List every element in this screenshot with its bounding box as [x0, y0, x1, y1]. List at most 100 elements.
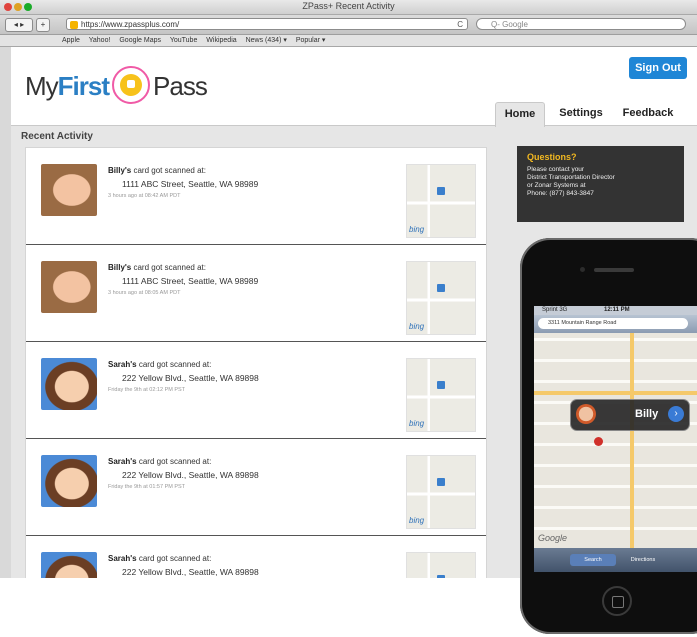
scan-address: 1111 ABC Street, Seattle, WA 98989: [122, 179, 259, 189]
child-photo: [41, 455, 97, 507]
bus-badge-icon: [112, 66, 151, 104]
major-road: [534, 391, 697, 395]
activity-item[interactable]: Billy's card got scanned at: 1111 ABC St…: [26, 245, 486, 341]
reload-icon[interactable]: C: [457, 19, 463, 31]
scan-time: 3 hours ago at 08:42 AM PDT: [108, 193, 181, 199]
browser-toolbar: ◂ ▸ + https://www.zpassplus.com/ C Q- Go…: [0, 15, 697, 35]
child-name: Billy's: [108, 263, 132, 272]
activity-item[interactable]: Sarah's card got scanned at: 222 Yellow …: [26, 439, 486, 535]
scan-address: 222 Yellow Blvd., Seattle, WA 89898: [122, 470, 259, 480]
major-road: [630, 333, 634, 548]
bing-logo: bing: [409, 225, 425, 234]
activity-item[interactable]: Sarah's card got scanned at: 222 Yellow …: [26, 536, 486, 578]
tab-directions[interactable]: Directions: [620, 554, 666, 566]
bookmark-link[interactable]: Google Maps: [119, 37, 161, 44]
myfirstpass-logo[interactable]: MyFirst Pass: [25, 66, 208, 107]
detail-disclosure-icon[interactable]: ›: [668, 406, 684, 422]
questions-line: Please contact your: [527, 166, 585, 173]
phone-tab-bar: Search Directions: [534, 548, 697, 572]
tab-feedback[interactable]: Feedback: [620, 102, 676, 125]
location-map-thumbnail[interactable]: bing: [406, 164, 476, 238]
bookmark-link[interactable]: News (434) ▾: [246, 37, 287, 44]
location-map-thumbnail[interactable]: bing: [406, 455, 476, 529]
map-pin-icon: [437, 187, 445, 195]
scan-time: Friday the 9th at 01:57 PM PST: [108, 484, 186, 490]
questions-phone: Phone: (877) 843-3847: [527, 190, 594, 197]
home-button[interactable]: [602, 586, 632, 616]
scan-address: 1111 ABC Street, Seattle, WA 98989: [122, 276, 259, 286]
scan-time: Friday the 9th at 02:12 PM PST: [108, 387, 186, 393]
add-bookmark-button[interactable]: +: [36, 18, 50, 32]
activity-text: card got scanned at:: [133, 166, 206, 175]
bookmark-link[interactable]: YouTube: [170, 37, 198, 44]
questions-line: District Transportation Director: [527, 174, 615, 181]
tab-settings[interactable]: Settings: [556, 102, 606, 125]
phone-map-view[interactable]: Billy › Google: [534, 333, 697, 548]
map-pin-icon: [437, 381, 445, 389]
activity-item[interactable]: Sarah's card got scanned at: 222 Yellow …: [26, 342, 486, 438]
site-header: MyFirst Pass Sign Out Home Settings Feedb…: [11, 47, 697, 127]
activity-feed: Billy's card got scanned at: 1111 ABC St…: [25, 147, 487, 578]
bookmark-link[interactable]: Popular ▾: [296, 37, 326, 44]
scan-address: 222 Yellow Blvd., Seattle, WA 89898: [122, 373, 259, 383]
address-bar-url: https://www.zpassplus.com/: [81, 20, 180, 29]
logo-first: First: [57, 70, 110, 101]
child-name: Sarah's: [108, 457, 137, 466]
phone-clock: 12:11 PM: [604, 307, 630, 313]
location-map-thumbnail[interactable]: [406, 552, 476, 578]
location-callout[interactable]: Billy ›: [570, 399, 690, 431]
bing-logo: bing: [409, 419, 425, 428]
scan-time: 3 hours ago at 08:05 AM PDT: [108, 290, 181, 296]
child-photo: [41, 164, 97, 216]
address-bar[interactable]: https://www.zpassplus.com/ C: [66, 18, 468, 30]
phone-screen: Sprint 3G 12:11 PM 3311 Mountain Range R…: [534, 306, 697, 572]
sign-out-button[interactable]: Sign Out: [629, 57, 687, 79]
earpiece: [594, 268, 634, 272]
activity-text: card got scanned at:: [138, 360, 212, 369]
tab-home[interactable]: Home: [495, 102, 545, 127]
carrier-label: Sprint 3G: [542, 307, 568, 313]
bookmark-link[interactable]: Apple: [62, 37, 80, 44]
child-photo: [41, 552, 97, 578]
child-name: Sarah's: [108, 554, 137, 563]
phone-search-input[interactable]: 3311 Mountain Range Road: [538, 318, 688, 329]
activity-item[interactable]: Billy's card got scanned at: 1111 ABC St…: [26, 148, 486, 244]
child-name: Sarah's: [108, 360, 137, 369]
activity-text: card got scanned at:: [138, 554, 212, 563]
logo-my: My: [25, 70, 59, 101]
map-pin-icon: [437, 284, 445, 292]
google-logo: Google: [538, 533, 568, 543]
logo-pass: Pass: [153, 70, 208, 101]
bookmark-link[interactable]: Yahoo!: [89, 37, 111, 44]
location-pin-icon[interactable]: [594, 437, 603, 446]
questions-line: or Zonar Systems at: [527, 182, 586, 189]
camera-icon: [580, 267, 585, 272]
bookmarks-bar: Apple Yahoo! Google Maps YouTube Wikiped…: [0, 35, 697, 47]
child-name: Billy's: [108, 166, 132, 175]
questions-title: Questions?: [527, 152, 577, 162]
avatar: [576, 404, 596, 424]
location-map-thumbnail[interactable]: bing: [406, 358, 476, 432]
map-pin-icon: [437, 575, 445, 578]
bing-logo: bing: [409, 322, 425, 331]
child-photo: [41, 358, 97, 410]
section-title: Recent Activity: [21, 131, 93, 142]
tab-search[interactable]: Search: [570, 554, 616, 566]
iphone-device: Sprint 3G 12:11 PM 3311 Mountain Range R…: [520, 238, 697, 634]
bing-logo: bing: [409, 516, 425, 525]
window-title: ZPass+ Recent Activity: [302, 1, 395, 11]
browser-search-field[interactable]: Q- Google: [476, 18, 686, 30]
window-titlebar: ZPass+ Recent Activity: [0, 0, 697, 15]
questions-box: Questions? Please contact your District …: [517, 146, 684, 222]
activity-text: card got scanned at:: [133, 263, 206, 272]
callout-name: Billy: [635, 408, 659, 420]
phone-search-bar: 3311 Mountain Range Road: [534, 315, 697, 333]
location-map-thumbnail[interactable]: bing: [406, 261, 476, 335]
activity-text: card got scanned at:: [138, 457, 212, 466]
map-pin-icon: [437, 478, 445, 486]
child-photo: [41, 261, 97, 313]
bookmark-link[interactable]: Wikipedia: [206, 37, 236, 44]
back-forward-buttons[interactable]: ◂ ▸: [5, 18, 33, 32]
scan-address: 222 Yellow Blvd., Seattle, WA 89898: [122, 567, 259, 577]
site-favicon-icon: [70, 21, 78, 29]
